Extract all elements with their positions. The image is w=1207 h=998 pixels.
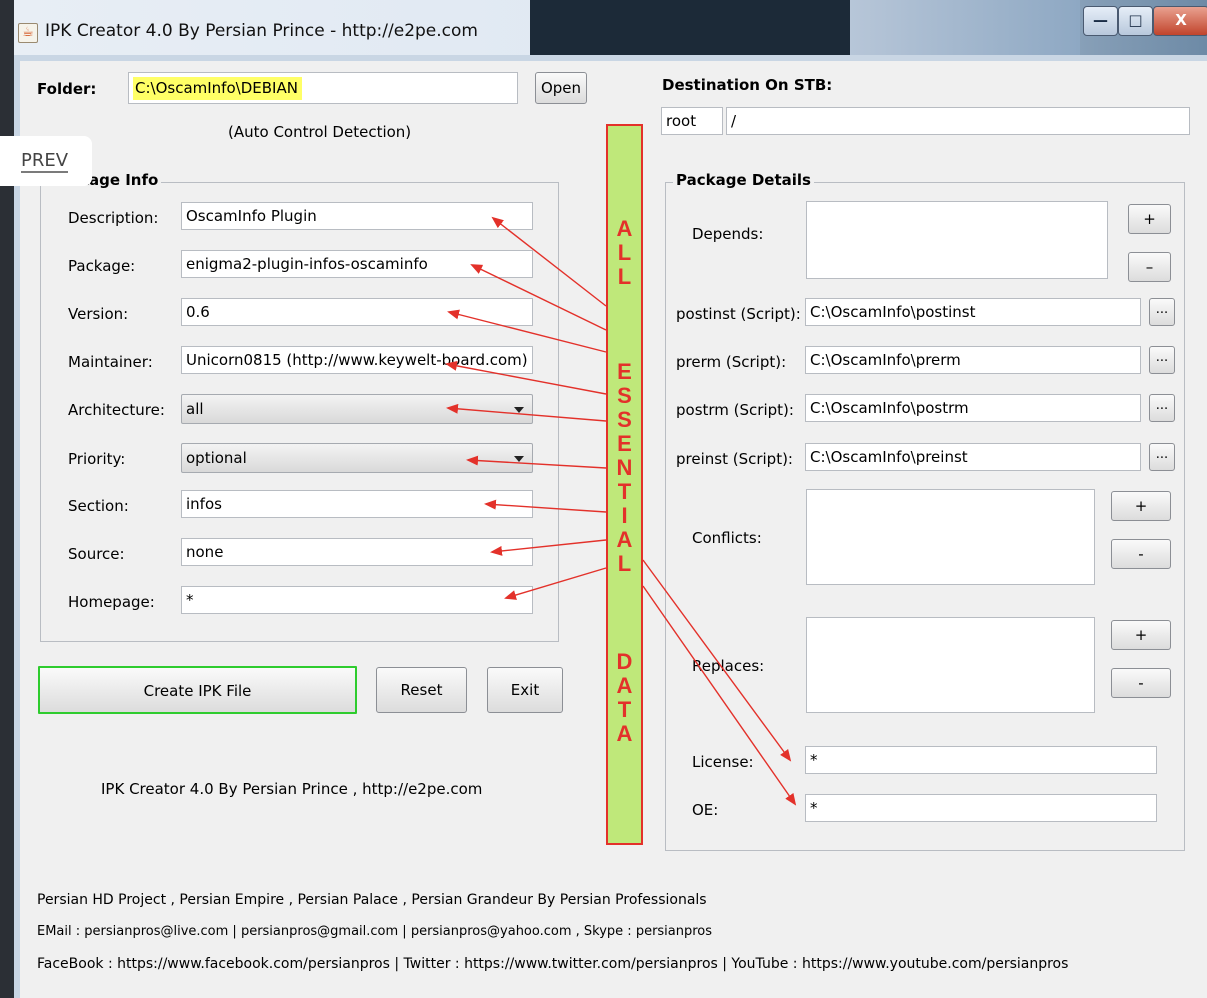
architecture-select[interactable]: all bbox=[181, 394, 533, 424]
create-ipk-button[interactable]: Create IPK File bbox=[38, 666, 357, 714]
postrm-input[interactable]: C:\OscamInfo\postrm bbox=[805, 394, 1141, 422]
credit-text: IPK Creator 4.0 By Persian Prince , http… bbox=[101, 780, 483, 798]
footer-line-2: EMail : persianpros@live.com | persianpr… bbox=[37, 924, 713, 939]
maintainer-input[interactable]: Unicorn0815 (http://www.keywelt-board.co… bbox=[181, 346, 533, 374]
license-input[interactable]: * bbox=[805, 746, 1157, 774]
auto-detection-hint: (Auto Control Detection) bbox=[228, 123, 412, 141]
oe-input[interactable]: * bbox=[805, 794, 1157, 822]
banner-letter: E bbox=[617, 431, 632, 456]
window-title: IPK Creator 4.0 By Persian Prince - http… bbox=[45, 21, 478, 41]
conflicts-textarea[interactable] bbox=[806, 489, 1095, 585]
replaces-add-button[interactable]: + bbox=[1111, 620, 1171, 650]
exit-button[interactable]: Exit bbox=[487, 667, 563, 713]
open-button[interactable]: Open bbox=[535, 72, 587, 104]
destination-path-input[interactable]: / bbox=[726, 107, 1190, 135]
oe-label: OE: bbox=[692, 801, 719, 819]
replaces-label: Replaces: bbox=[692, 657, 765, 675]
footer-line-1: Persian HD Project , Persian Empire , Pe… bbox=[37, 892, 707, 908]
conflicts-label: Conflicts: bbox=[692, 529, 762, 547]
reset-button[interactable]: Reset bbox=[376, 667, 467, 713]
banner-letter: A bbox=[616, 721, 633, 746]
title-bar-right bbox=[850, 0, 1080, 55]
destination-label: Destination On STB: bbox=[662, 76, 833, 94]
package-input[interactable]: enigma2-plugin-infos-oscaminfo bbox=[181, 250, 533, 278]
architecture-label: Architecture: bbox=[68, 401, 165, 419]
dropdown-arrow-icon bbox=[514, 456, 524, 462]
preinst-browse-button[interactable]: ... bbox=[1149, 443, 1175, 471]
prerm-label: prerm (Script): bbox=[676, 353, 787, 371]
version-label: Version: bbox=[68, 305, 129, 323]
close-button[interactable]: X bbox=[1153, 6, 1207, 36]
replaces-textarea[interactable] bbox=[806, 617, 1095, 713]
postinst-input[interactable]: C:\OscamInfo\postinst bbox=[805, 298, 1141, 326]
source-input[interactable]: none bbox=[181, 538, 533, 566]
depends-add-button[interactable]: + bbox=[1128, 204, 1171, 234]
conflicts-add-button[interactable]: + bbox=[1111, 491, 1171, 521]
banner-letter: L bbox=[617, 240, 632, 265]
prerm-input[interactable]: C:\OscamInfo\prerm bbox=[805, 346, 1141, 374]
section-label: Section: bbox=[68, 497, 129, 515]
architecture-value: all bbox=[186, 400, 204, 418]
banner-letter: S bbox=[617, 407, 632, 432]
prerm-browse-button[interactable]: ... bbox=[1149, 346, 1175, 374]
banner-letter: A bbox=[616, 527, 633, 552]
folder-value: C:\OscamInfo\DEBIAN bbox=[133, 77, 302, 100]
package-label: Package: bbox=[68, 257, 136, 275]
banner-letter: N bbox=[616, 455, 633, 480]
section-input[interactable]: infos bbox=[181, 490, 533, 518]
preinst-input[interactable]: C:\OscamInfo\preinst bbox=[805, 443, 1141, 471]
depends-textarea[interactable] bbox=[806, 201, 1108, 279]
depends-remove-button[interactable]: – bbox=[1128, 252, 1171, 282]
minimize-button[interactable]: — bbox=[1083, 6, 1118, 36]
postinst-label: postinst (Script): bbox=[676, 305, 801, 323]
banner-letter: D bbox=[616, 649, 633, 674]
prev-button[interactable]: PREV bbox=[0, 136, 92, 186]
priority-label: Priority: bbox=[68, 450, 126, 468]
maintainer-label: Maintainer: bbox=[68, 353, 153, 371]
folder-label: Folder: bbox=[37, 80, 97, 98]
banner-letter: L bbox=[617, 264, 632, 289]
version-input[interactable]: 0.6 bbox=[181, 298, 533, 326]
postrm-browse-button[interactable]: ... bbox=[1149, 394, 1175, 422]
prev-label: PREV bbox=[21, 150, 69, 173]
maximize-button[interactable]: □ bbox=[1118, 6, 1153, 36]
priority-value: optional bbox=[186, 449, 247, 467]
package-details-title: Package Details bbox=[673, 171, 814, 189]
homepage-label: Homepage: bbox=[68, 593, 155, 611]
description-input[interactable]: OscamInfo Plugin bbox=[181, 202, 533, 230]
replaces-remove-button[interactable]: - bbox=[1111, 668, 1171, 698]
banner-letter: T bbox=[617, 697, 632, 722]
banner-letter: L bbox=[617, 551, 632, 576]
folder-input[interactable]: C:\OscamInfo\DEBIAN bbox=[128, 72, 518, 104]
source-label: Source: bbox=[68, 545, 125, 563]
all-essential-data-banner: A L L E S S E N T I A L D A T A bbox=[606, 124, 643, 845]
banner-letter: S bbox=[617, 383, 632, 408]
java-cup-icon: ☕ bbox=[18, 23, 38, 43]
depends-label: Depends: bbox=[692, 225, 764, 243]
conflicts-remove-button[interactable]: - bbox=[1111, 539, 1171, 569]
postrm-label: postrm (Script): bbox=[676, 401, 794, 419]
background-taskbar-strip bbox=[530, 0, 850, 55]
banner-letter: T bbox=[617, 479, 632, 504]
banner-letter: I bbox=[621, 503, 628, 528]
preinst-label: preinst (Script): bbox=[676, 450, 793, 468]
banner-letter: A bbox=[616, 216, 633, 241]
description-label: Description: bbox=[68, 209, 159, 227]
priority-select[interactable]: optional bbox=[181, 443, 533, 473]
homepage-input[interactable]: * bbox=[181, 586, 533, 614]
destination-user-field[interactable]: root bbox=[661, 107, 723, 135]
postinst-browse-button[interactable]: ... bbox=[1149, 298, 1175, 326]
dropdown-arrow-icon bbox=[514, 407, 524, 413]
footer-line-3: FaceBook : https://www.facebook.com/pers… bbox=[37, 956, 1069, 972]
banner-letter: A bbox=[616, 673, 633, 698]
banner-letter: E bbox=[617, 359, 632, 384]
license-label: License: bbox=[692, 753, 754, 771]
